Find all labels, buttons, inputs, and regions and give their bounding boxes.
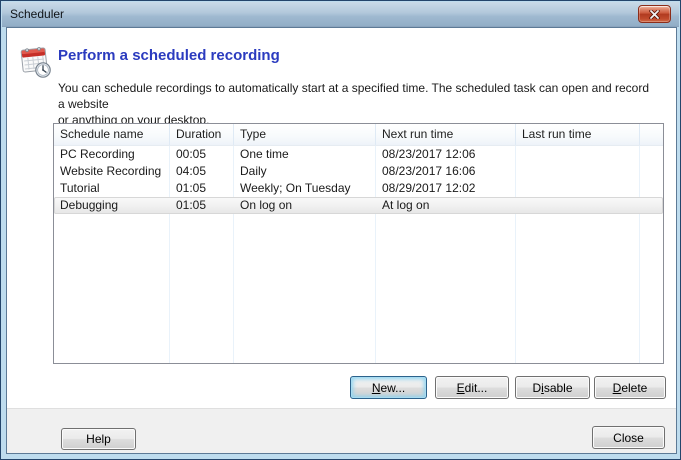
cell-next-run-time: 08/23/2017 12:06: [376, 146, 516, 163]
cell-type: Weekly; On Tuesday: [234, 180, 376, 197]
cell-last-run-time: [516, 163, 640, 180]
cell-filler: [640, 146, 663, 163]
cell-last-run-time: [516, 197, 640, 214]
cell-duration: 00:05: [170, 146, 234, 163]
dialog-body: Perform a scheduled recording You can sc…: [6, 27, 677, 454]
help-button[interactable]: Help: [61, 428, 136, 450]
label-part: dit...: [465, 381, 488, 395]
cell-filler: [640, 180, 663, 197]
cell-schedule-name: Tutorial: [54, 180, 170, 197]
cell-schedule-name: Website Recording: [54, 163, 170, 180]
scheduler-dialog: Scheduler Perform a scheduled r: [0, 0, 681, 460]
column-header-last-run-time[interactable]: Last run time: [516, 124, 640, 145]
label-part: D: [532, 381, 541, 395]
description: You can schedule recordings to automatic…: [58, 80, 654, 128]
close-icon: [649, 10, 660, 19]
cell-type: One time: [234, 146, 376, 163]
page-title: Perform a scheduled recording: [58, 47, 280, 64]
label-part: elete: [621, 381, 647, 395]
list-header: Schedule name Duration Type Next run tim…: [54, 124, 663, 146]
cell-filler: [640, 163, 663, 180]
new-button[interactable]: New...: [350, 376, 427, 399]
cell-type: On log on: [234, 197, 376, 214]
window-title: Scheduler: [10, 2, 64, 27]
label-mnemonic: D: [613, 381, 622, 395]
cell-last-run-time: [516, 180, 640, 197]
cell-duration: 01:05: [170, 180, 234, 197]
cell-schedule-name: Debugging: [54, 197, 170, 214]
cell-duration: 04:05: [170, 163, 234, 180]
cell-next-run-time: 08/29/2017 12:02: [376, 180, 516, 197]
column-header-filler[interactable]: [640, 124, 663, 145]
column-header-type[interactable]: Type: [234, 124, 376, 145]
cell-type: Daily: [234, 163, 376, 180]
cell-schedule-name: PC Recording: [54, 146, 170, 163]
calendar-clock-icon: [19, 43, 53, 79]
table-row-pc-recording[interactable]: PC Recording 00:05 One time 08/23/2017 1…: [54, 146, 663, 163]
cell-last-run-time: [516, 146, 640, 163]
edit-button[interactable]: Edit...: [435, 376, 509, 399]
label-part: ew...: [380, 381, 405, 395]
label-part: sable: [544, 381, 573, 395]
cell-next-run-time: 08/23/2017 16:06: [376, 163, 516, 180]
table-row-website-recording[interactable]: Website Recording 04:05 Daily 08/23/2017…: [54, 163, 663, 180]
titlebar-close-button[interactable]: [638, 5, 671, 23]
list-body: PC Recording 00:05 One time 08/23/2017 1…: [54, 146, 663, 363]
delete-button[interactable]: Delete: [594, 376, 666, 399]
description-line-1: You can schedule recordings to automatic…: [58, 80, 654, 112]
cell-filler: [640, 197, 663, 214]
table-row-debugging-selected[interactable]: Debugging 01:05 On log on At log on: [54, 197, 663, 214]
close-button[interactable]: Close: [592, 426, 665, 449]
titlebar[interactable]: Scheduler: [2, 2, 679, 27]
cell-next-run-time: At log on: [376, 197, 516, 214]
column-header-schedule-name[interactable]: Schedule name: [54, 124, 170, 145]
disable-button[interactable]: Disable: [515, 376, 590, 399]
column-header-next-run-time[interactable]: Next run time: [376, 124, 516, 145]
column-header-duration[interactable]: Duration: [170, 124, 234, 145]
label-mnemonic: E: [457, 381, 465, 395]
table-row-tutorial[interactable]: Tutorial 01:05 Weekly; On Tuesday 08/29/…: [54, 180, 663, 197]
schedule-list: Schedule name Duration Type Next run tim…: [53, 123, 664, 364]
cell-duration: 01:05: [170, 197, 234, 214]
